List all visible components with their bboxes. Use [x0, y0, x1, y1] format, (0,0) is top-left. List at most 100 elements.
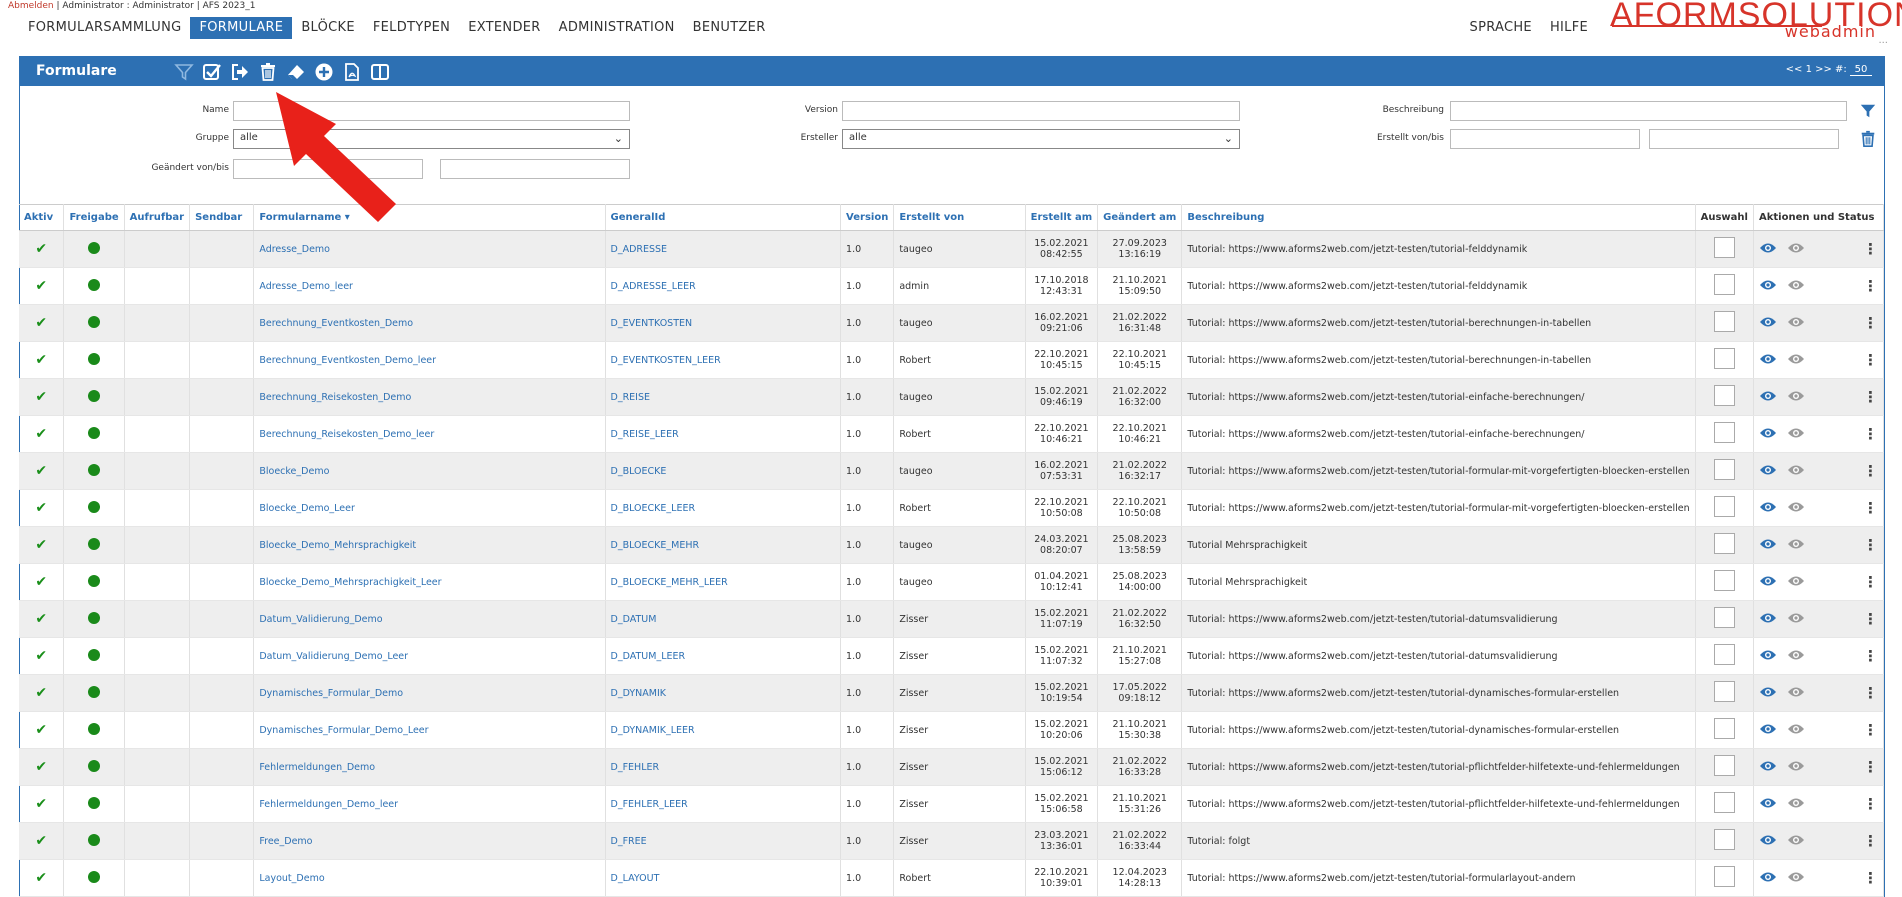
select-checkbox[interactable] [1713, 496, 1735, 517]
col-erstellt-am[interactable]: Erstellt am [1025, 204, 1099, 231]
more-actions-icon[interactable]: ⋮ [1863, 612, 1878, 627]
formularname-link[interactable]: Dynamisches_Formular_Demo [253, 674, 606, 712]
preview-icon[interactable] [1787, 723, 1805, 738]
eraser-icon[interactable] [284, 60, 308, 84]
col-aktiv[interactable]: Aktiv [19, 204, 65, 231]
table-row[interactable]: ✔ Berechnung_Eventkosten_Demo D_EVENTKOSTE… [19, 304, 1884, 342]
generalid-link[interactable]: D_DYNAMIK [605, 674, 842, 712]
table-row[interactable]: ✔ Berechnung_Reisekosten_Demo D_REISE 1.0 ta… [19, 378, 1884, 416]
col-freigabe[interactable]: Freigabe [63, 204, 125, 231]
more-actions-icon[interactable]: ⋮ [1863, 353, 1878, 368]
col-erstellt-von[interactable]: Erstellt von [893, 204, 1026, 231]
generalid-link[interactable]: D_BLOECKE_MEHR [605, 526, 842, 564]
select-checkbox[interactable] [1713, 681, 1735, 702]
table-row[interactable]: ✔ Adresse_Demo D_ADRESSE 1.0 taugeo 15.02.202… [19, 230, 1884, 268]
geaendert-von-input[interactable] [233, 159, 423, 179]
generalid-link[interactable]: D_DATUM_LEER [605, 637, 842, 675]
table-row[interactable]: ✔ Bloecke_Demo_Mehrsprachigkeit D_BLOECKE_… [19, 526, 1884, 564]
col-generalid[interactable]: GeneralId [605, 204, 842, 231]
formularname-link[interactable]: Bloecke_Demo_Mehrsprachigkeit [253, 526, 606, 564]
select-checkbox[interactable] [1713, 422, 1735, 443]
formularname-link[interactable]: Adresse_Demo_leer [253, 267, 606, 305]
table-row[interactable]: ✔ Adresse_Demo_leer D_ADRESSE_LEER 1.0 admin… [19, 267, 1884, 305]
erstellt-bis-input[interactable] [1649, 129, 1839, 149]
preview-icon[interactable] [1787, 575, 1805, 590]
preview-icon[interactable] [1787, 316, 1805, 331]
more-actions-icon[interactable]: ⋮ [1863, 316, 1878, 331]
preview-icon[interactable] [1787, 871, 1805, 886]
view-icon[interactable] [1759, 649, 1777, 664]
nav-sprache[interactable]: SPRACHE [1461, 17, 1541, 35]
generalid-link[interactable]: D_ADRESSE [605, 230, 842, 268]
table-row[interactable]: ✔ Bloecke_Demo D_BLOECKE 1.0 taugeo 16.02.202… [19, 452, 1884, 490]
table-row[interactable]: ✔ Bloecke_Demo_Leer D_BLOECKE_LEER 1.0 Rober… [19, 489, 1884, 527]
formularname-link[interactable]: Berechnung_Eventkosten_Demo [253, 304, 606, 342]
col-version[interactable]: Version [840, 204, 895, 231]
more-actions-icon[interactable]: ⋮ [1863, 760, 1878, 775]
preview-icon[interactable] [1787, 834, 1805, 849]
view-icon[interactable] [1759, 427, 1777, 442]
table-row[interactable]: ✔ Dynamisches_Formular_Demo_Leer D_DYNAMIK… [19, 711, 1884, 749]
table-row[interactable]: ✔ Berechnung_Eventkosten_Demo_leer D_EVENT… [19, 341, 1884, 379]
select-checkbox[interactable] [1713, 755, 1735, 776]
preview-icon[interactable] [1787, 501, 1805, 516]
preview-icon[interactable] [1787, 612, 1805, 627]
clear-filter-icon[interactable] [1859, 130, 1877, 148]
nav-bloecke[interactable]: BLÖCKE [292, 17, 364, 39]
table-row[interactable]: ✔ Bloecke_Demo_Mehrsprachigkeit_Leer D_BLO… [19, 563, 1884, 601]
nav-formulare[interactable]: FORMULARE [190, 17, 293, 39]
view-icon[interactable] [1759, 575, 1777, 590]
table-row[interactable]: ✔ Dynamisches_Formular_Demo D_DYNAMIK 1.0 Zi… [19, 674, 1884, 712]
delete-icon[interactable] [256, 60, 280, 84]
preview-icon[interactable] [1787, 686, 1805, 701]
more-actions-icon[interactable]: ⋮ [1863, 242, 1878, 257]
ersteller-select[interactable]: alle ⌄ [842, 129, 1240, 149]
more-actions-icon[interactable]: ⋮ [1863, 871, 1878, 886]
preview-icon[interactable] [1787, 464, 1805, 479]
formularname-link[interactable]: Fehlermeldungen_Demo_leer [253, 785, 606, 823]
nav-extender[interactable]: EXTENDER [459, 17, 549, 39]
preview-icon[interactable] [1787, 353, 1805, 368]
gruppe-select[interactable]: alle ⌄ [233, 129, 630, 149]
more-actions-icon[interactable]: ⋮ [1863, 279, 1878, 294]
nav-administration[interactable]: ADMINISTRATION [550, 17, 684, 39]
view-icon[interactable] [1759, 612, 1777, 627]
select-checkbox[interactable] [1713, 459, 1735, 480]
select-checkbox[interactable] [1713, 237, 1735, 258]
table-row[interactable]: ✔ Fehlermeldungen_Demo D_FEHLER 1.0 Zisser 15… [19, 748, 1884, 786]
formularname-link[interactable]: Berechnung_Eventkosten_Demo_leer [253, 341, 606, 379]
view-icon[interactable] [1759, 316, 1777, 331]
generalid-link[interactable]: D_BLOECKE_LEER [605, 489, 842, 527]
formularname-link[interactable]: Bloecke_Demo_Leer [253, 489, 606, 527]
generalid-link[interactable]: D_FEHLER [605, 748, 842, 786]
more-actions-icon[interactable]: ⋮ [1863, 501, 1878, 516]
formularname-link[interactable]: Layout_Demo [253, 859, 606, 897]
table-row[interactable]: ✔ Free_Demo D_FREE 1.0 Zisser 23.03.2021 13:36… [19, 822, 1884, 860]
table-row[interactable]: ✔ Fehlermeldungen_Demo_leer D_FEHLER_LEER 1… [19, 785, 1884, 823]
preview-icon[interactable] [1787, 797, 1805, 812]
nav-formularsammlung[interactable]: FORMULARSAMMLUNG [19, 17, 190, 39]
pager[interactable]: << 1 >> #: 50 [1786, 64, 1872, 76]
page-size-input[interactable]: 50 [1850, 64, 1872, 76]
generalid-link[interactable]: D_ADRESSE_LEER [605, 267, 842, 305]
more-actions-icon[interactable]: ⋮ [1863, 390, 1878, 405]
formularname-link[interactable]: Berechnung_Reisekosten_Demo [253, 378, 606, 416]
table-row[interactable]: ✔ Datum_Validierung_Demo_Leer D_DATUM_LEER… [19, 637, 1884, 675]
beschreibung-input[interactable] [1450, 101, 1847, 121]
formularname-link[interactable]: Free_Demo [253, 822, 606, 860]
pager-text[interactable]: << 1 >> #: [1786, 64, 1847, 75]
col-aufrufbar[interactable]: Aufrufbar [124, 204, 191, 231]
add-icon[interactable] [312, 60, 336, 84]
select-checkbox[interactable] [1713, 533, 1735, 554]
columns-icon[interactable] [368, 60, 392, 84]
preview-icon[interactable] [1787, 538, 1805, 553]
view-icon[interactable] [1759, 242, 1777, 257]
more-actions-icon[interactable]: ⋮ [1863, 686, 1878, 701]
generalid-link[interactable]: D_REISE [605, 378, 842, 416]
formularname-link[interactable]: Fehlermeldungen_Demo [253, 748, 606, 786]
more-actions-icon[interactable]: ⋮ [1863, 834, 1878, 849]
preview-icon[interactable] [1787, 390, 1805, 405]
apply-filter-icon[interactable] [1859, 102, 1877, 120]
view-icon[interactable] [1759, 871, 1777, 886]
formularname-link[interactable]: Bloecke_Demo_Mehrsprachigkeit_Leer [253, 563, 606, 601]
